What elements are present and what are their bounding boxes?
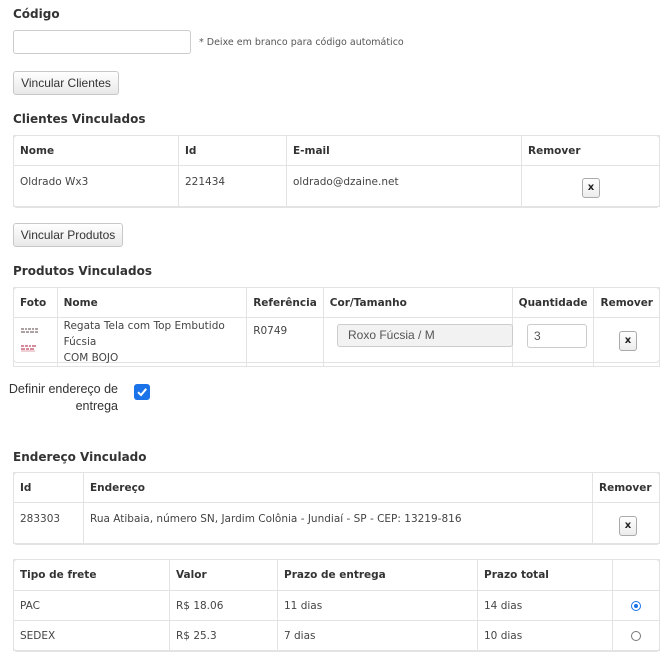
clientes-heading: Clientes Vinculados: [13, 112, 146, 126]
col-valor: Valor: [169, 559, 278, 591]
col-nome: Nome: [56, 287, 248, 318]
produtos-heading: Produtos Vinculados: [13, 264, 152, 278]
definir-endereco-label: Definir endereço de entrega: [4, 381, 118, 415]
col-nome: Nome: [13, 135, 179, 166]
cliente-id: 221434: [178, 165, 287, 207]
col-remover: Remover: [593, 287, 660, 318]
table-row: 283303 Rua Atibaia, número SN, Jardim Co…: [13, 502, 660, 544]
col-referencia: Referência: [246, 287, 324, 318]
col-selecao: [612, 559, 660, 591]
frete-valor: R$ 25.3: [169, 620, 278, 651]
frete-radio-cell: [612, 620, 660, 651]
produto-nome-cell: Regata Tela com Top Embutido Fúcsia COM …: [56, 317, 248, 367]
frete-table: Tipo de frete Valor Prazo de entrega Pra…: [13, 559, 660, 651]
vincular-produtos-button[interactable]: Vincular Produtos: [13, 223, 123, 247]
col-id: Id: [178, 135, 287, 166]
produto-nome-line1: Regata Tela com Top Embutido Fúcsia: [63, 320, 225, 348]
codigo-heading: Código: [13, 7, 60, 21]
col-prazo-total: Prazo total: [477, 559, 613, 591]
endereco-heading: Endereço Vinculado: [13, 450, 147, 464]
clientes-table: Nome Id E-mail Remover Oldrado Wx3 22143…: [13, 135, 660, 207]
remove-endereco-button[interactable]: x: [619, 516, 637, 536]
table-row: Oldrado Wx3 221434 oldrado@dzaine.net: [13, 165, 660, 207]
cliente-email: oldrado@dzaine.net: [286, 165, 522, 207]
definir-endereco-checkbox[interactable]: [134, 384, 150, 400]
col-tipo-frete: Tipo de frete: [13, 559, 170, 591]
col-cor-tamanho: Cor/Tamanho: [322, 287, 513, 318]
checkmark-icon: [137, 388, 147, 397]
col-remover: Remover: [521, 135, 660, 166]
col-remover: Remover: [592, 472, 660, 503]
codigo-input[interactable]: [13, 30, 191, 54]
col-foto: Foto: [13, 287, 58, 318]
vincular-clientes-button[interactable]: Vincular Clientes: [13, 71, 119, 95]
frete-prazo: 7 dias: [277, 620, 478, 651]
endereco-id: 283303: [13, 502, 84, 544]
col-id: Id: [13, 472, 84, 503]
table-row[interactable]: SEDEX R$ 25.3 7 dias 10 dias: [13, 620, 660, 651]
frete-valor: R$ 18.06: [169, 590, 278, 621]
produto-referencia: R0749: [246, 317, 324, 367]
frete-pac-radio[interactable]: [631, 601, 641, 611]
col-endereco: Endereço: [83, 472, 593, 503]
quantidade-input[interactable]: [527, 324, 587, 348]
table-row[interactable]: PAC R$ 18.06 11 dias 14 dias: [13, 590, 660, 621]
product-thumbnail: [19, 325, 41, 355]
remove-cliente-button[interactable]: x: [582, 178, 600, 198]
cor-tamanho-field[interactable]: Roxo Fúcsia / M: [337, 324, 513, 347]
definir-endereco-line1: Definir endereço de: [8, 382, 118, 396]
frete-sedex-radio[interactable]: [631, 631, 641, 641]
frete-tipo: SEDEX: [13, 620, 170, 651]
endereco-table: Id Endereço Remover 283303 Rua Atibaia, …: [13, 472, 660, 544]
produto-nome-line2: COM BOJO: [63, 352, 119, 364]
frete-tipo: PAC: [13, 590, 170, 621]
endereco-texto: Rua Atibaia, número SN, Jardim Colônia -…: [83, 502, 593, 544]
frete-radio-cell: [612, 590, 660, 621]
frete-total: 10 dias: [477, 620, 613, 651]
codigo-hint: * Deixe em branco para código automático: [199, 37, 404, 48]
definir-endereco-line2: entrega: [75, 399, 118, 413]
col-quantidade: Quantidade: [511, 287, 595, 318]
remove-produto-button[interactable]: x: [619, 331, 637, 351]
frete-prazo: 11 dias: [277, 590, 478, 621]
col-prazo-entrega: Prazo de entrega: [277, 559, 478, 591]
cliente-nome: Oldrado Wx3: [13, 165, 179, 207]
frete-total: 14 dias: [477, 590, 613, 621]
col-email: E-mail: [286, 135, 522, 166]
